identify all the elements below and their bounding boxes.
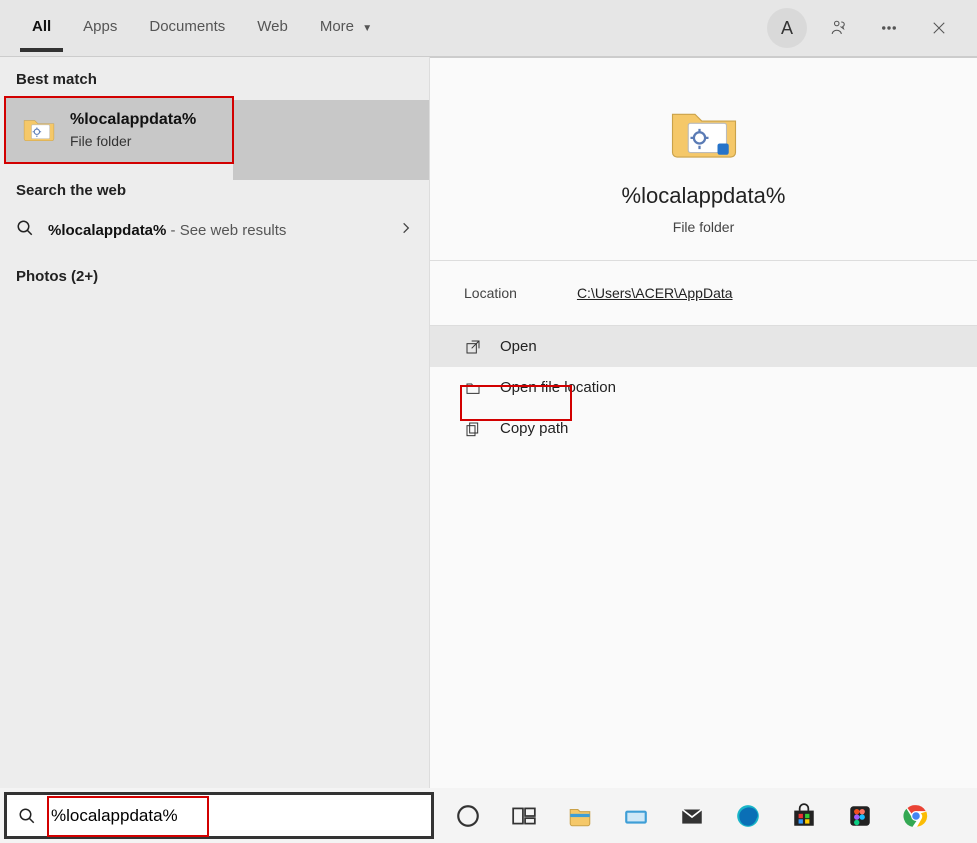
best-match-text: %localappdata% File folder [70,111,196,149]
preview-header: %localappdata% File folder [430,58,977,261]
action-list: Open Open file location Copy path [430,326,977,449]
best-match-header: Best match [0,57,429,96]
more-options-icon[interactable] [871,10,907,46]
tab-apps[interactable]: Apps [71,4,129,52]
web-result-suffix: - See web results [166,222,286,239]
task-view-icon[interactable] [504,796,544,836]
folder-icon [668,98,740,167]
action-open-file-location[interactable]: Open file location [430,367,977,408]
action-copy-path[interactable]: Copy path [430,408,977,449]
location-path[interactable]: C:\Users\ACER\AppData [577,285,733,301]
results-pane: Best match %localappdata% File folder Se… [0,57,430,788]
web-result-text: %localappdata% - See web results [48,222,286,239]
taskbar [0,788,977,843]
tabbar-actions: A [767,8,967,48]
folder-open-icon [464,380,482,396]
web-result[interactable]: %localappdata% - See web results [0,207,429,254]
tab-all[interactable]: All [20,4,63,52]
on-screen-keyboard-icon[interactable] [616,796,656,836]
chrome-icon[interactable] [896,796,936,836]
file-explorer-icon[interactable] [560,796,600,836]
copy-icon [464,421,482,437]
user-avatar[interactable]: A [767,8,807,48]
location-row: Location C:\Users\ACER\AppData [430,261,977,326]
search-icon [7,807,47,825]
taskbar-icons [438,796,936,836]
web-result-term: %localappdata% [48,222,166,239]
chevron-down-icon: ▼ [362,23,372,34]
search-input[interactable] [47,795,431,836]
tab-more[interactable]: More ▼ [308,4,384,52]
best-match-title: %localappdata% [70,111,196,129]
action-open[interactable]: Open [430,326,977,367]
ms-store-icon[interactable] [784,796,824,836]
preview-subtitle: File folder [673,219,734,235]
search-box[interactable] [4,792,434,839]
tab-web[interactable]: Web [245,4,300,52]
best-match-subtitle: File folder [70,133,196,149]
figma-icon[interactable] [840,796,880,836]
action-open-location-label: Open file location [500,379,616,396]
edge-icon[interactable] [728,796,768,836]
preview-pane: %localappdata% File folder Location C:\U… [430,57,977,788]
feedback-icon[interactable] [821,10,857,46]
chevron-right-icon [399,221,413,240]
location-label: Location [464,285,517,301]
photos-section[interactable]: Photos (2+) [0,254,429,299]
mail-icon[interactable] [672,796,712,836]
tab-more-label: More [320,18,354,35]
close-icon[interactable] [921,10,957,46]
tab-documents[interactable]: Documents [137,4,237,52]
best-match-result[interactable]: %localappdata% File folder [4,96,234,164]
cortana-icon[interactable] [448,796,488,836]
preview-title: %localappdata% [622,183,786,209]
action-open-label: Open [500,338,537,355]
best-match-selection-bg [233,100,429,180]
search-tabs: All Apps Documents Web More ▼ A [0,0,977,57]
search-icon [16,219,34,242]
folder-icon [22,113,56,148]
open-icon [464,339,482,355]
action-copy-path-label: Copy path [500,420,568,437]
tab-group: All Apps Documents Web More ▼ [10,4,384,52]
